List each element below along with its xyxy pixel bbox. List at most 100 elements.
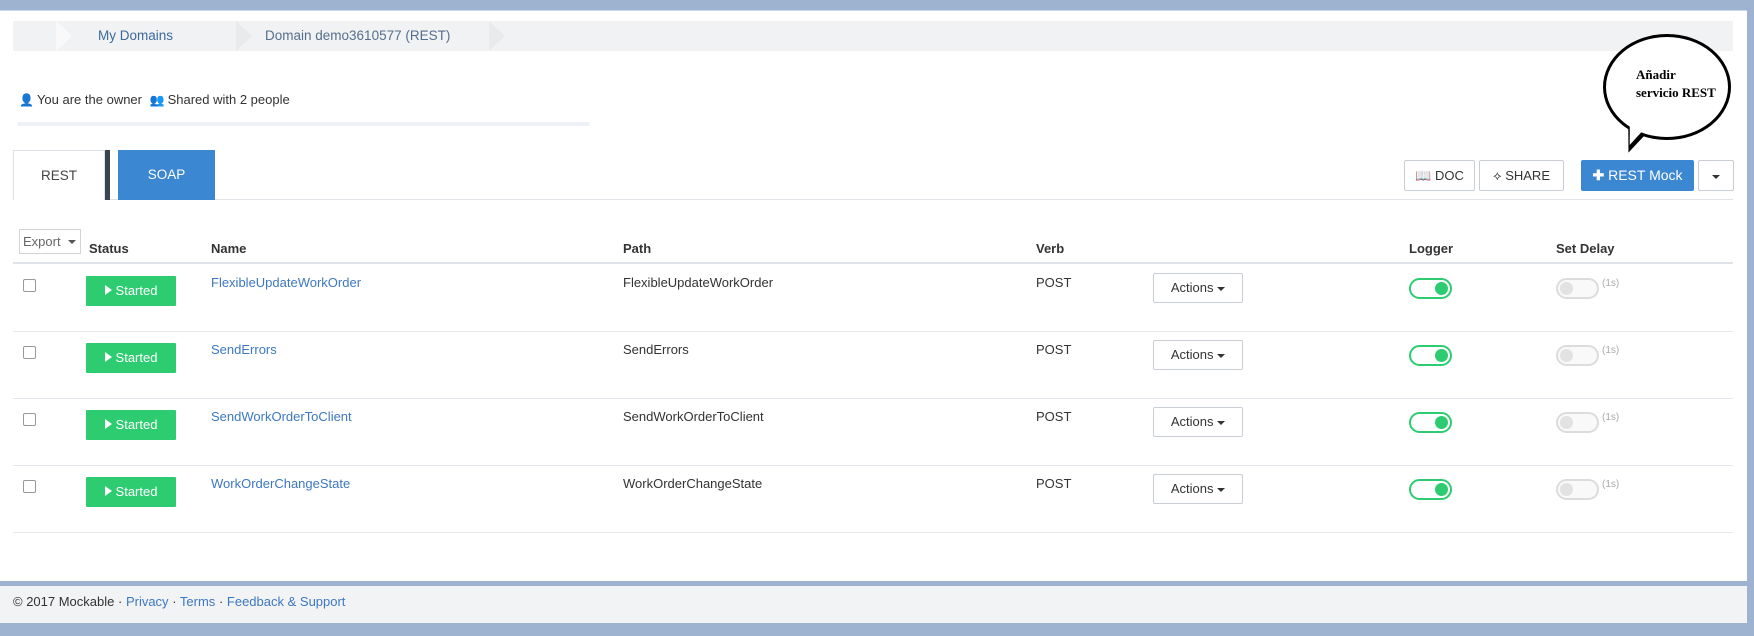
column-header-set-delay: Set Delay (1556, 241, 1615, 256)
service-name-link[interactable]: WorkOrderChangeState (211, 476, 350, 491)
export-select[interactable]: Export (19, 229, 81, 254)
progress-bar (17, 122, 590, 126)
tab-soap[interactable]: SOAP (118, 150, 215, 200)
logger-toggle[interactable] (1409, 345, 1452, 366)
play-icon (104, 486, 112, 496)
toggle-knob (1560, 282, 1573, 295)
more-options-dropdown[interactable] (1698, 160, 1734, 191)
copyright: © 2017 Mockable · (13, 594, 123, 609)
share-button[interactable]: ⟡ SHARE (1479, 160, 1564, 191)
table-row: Started SendWorkOrderToClient SendWorkOrde… (13, 399, 1733, 466)
play-icon (104, 285, 112, 295)
toggle-knob (1560, 349, 1573, 362)
delay-value: (1s) (1602, 412, 1620, 423)
set-delay-toggle[interactable] (1556, 345, 1599, 366)
table-row: Started SendErrors SendErrors POST Actions (… (13, 332, 1733, 399)
service-tabs: REST SOAP (13, 150, 1733, 200)
toggle-knob (1560, 483, 1573, 496)
set-delay-toggle[interactable] (1556, 412, 1599, 433)
footer-separator: · (172, 594, 177, 609)
service-path: SendWorkOrderToClient (623, 409, 764, 424)
breadcrumb: My Domains Domain demo3610577 (REST) (13, 21, 1733, 51)
window-top-border (0, 0, 1754, 11)
actions-dropdown[interactable]: Actions (1153, 474, 1243, 504)
owner-text: You are the owner (36, 92, 142, 107)
book-icon: 📖 (1415, 168, 1432, 183)
toggle-knob (1435, 282, 1448, 295)
service-name-link[interactable]: SendWorkOrderToClient (211, 409, 352, 424)
logger-toggle[interactable] (1409, 278, 1452, 299)
chevron-down-icon (68, 240, 76, 244)
status-label: Started (115, 417, 158, 432)
column-header-name: Name (211, 241, 247, 256)
http-verb: POST (1036, 476, 1072, 491)
toggle-knob (1560, 416, 1573, 429)
window-right-border (1747, 0, 1754, 636)
breadcrumb-label[interactable]: My Domains (98, 28, 173, 43)
footer-separator: · (218, 594, 224, 609)
chevron-down-icon (1217, 286, 1226, 291)
row-checkbox[interactable] (23, 279, 36, 292)
status-toggle-button[interactable]: Started (86, 410, 176, 440)
terms-link[interactable]: Terms (180, 594, 215, 609)
feedback-link[interactable]: Feedback & Support (227, 594, 346, 609)
play-icon (104, 419, 112, 429)
row-checkbox[interactable] (23, 480, 36, 493)
chevron-down-icon (1217, 353, 1226, 358)
actions-label: Actions (1170, 414, 1214, 429)
table-row: Started WorkOrderChangeState WorkOrderChan… (13, 466, 1733, 533)
actions-label: Actions (1170, 481, 1214, 496)
set-delay-toggle[interactable] (1556, 278, 1599, 299)
logger-toggle[interactable] (1409, 412, 1452, 433)
breadcrumb-item-domain[interactable]: Domain demo3610577 (REST) (223, 21, 505, 51)
row-checkbox[interactable] (23, 346, 36, 359)
actions-label: Actions (1170, 347, 1214, 362)
group-icon: 👥 (149, 93, 165, 107)
table-row: Started FlexibleUpdateWorkOrder FlexibleUp… (13, 265, 1733, 332)
export-label: Export (23, 234, 61, 249)
status-toggle-button[interactable]: Started (86, 477, 176, 507)
breadcrumb-item-my-domains[interactable]: My Domains (56, 21, 252, 51)
row-checkbox[interactable] (23, 413, 36, 426)
status-label: Started (115, 283, 158, 298)
table-header: Status Name Path Verb Logger Set Delay (13, 230, 1733, 264)
delay-value: (1s) (1602, 278, 1620, 289)
http-verb: POST (1036, 275, 1072, 290)
http-verb: POST (1036, 342, 1072, 357)
logger-toggle[interactable] (1409, 479, 1452, 500)
chevron-down-icon (1712, 174, 1720, 179)
share-label: SHARE (1505, 168, 1550, 183)
chevron-down-icon (1217, 487, 1226, 492)
actions-dropdown[interactable]: Actions (1153, 340, 1243, 370)
footer: © 2017 Mockable · Privacy · Terms · Feed… (0, 586, 1747, 623)
ownership-info: 👤 You are the owner 👥 Shared with 2 people (19, 92, 290, 107)
user-icon: 👤 (19, 93, 34, 107)
status-toggle-button[interactable]: Started (86, 343, 176, 373)
service-name-link[interactable]: FlexibleUpdateWorkOrder (211, 275, 361, 290)
column-header-verb: Verb (1036, 241, 1065, 256)
service-path: WorkOrderChangeState (623, 476, 763, 491)
doc-button[interactable]: 📖 DOC (1404, 160, 1475, 191)
status-label: Started (115, 484, 158, 499)
breadcrumb-label[interactable]: Domain demo3610577 (REST) (265, 28, 450, 43)
actions-label: Actions (1170, 280, 1214, 295)
actions-dropdown[interactable]: Actions (1153, 407, 1243, 437)
play-icon (104, 352, 112, 362)
tab-rest[interactable]: REST (13, 150, 105, 200)
service-path: FlexibleUpdateWorkOrder (623, 275, 774, 290)
actions-dropdown[interactable]: Actions (1153, 273, 1243, 303)
column-header-path: Path (623, 241, 652, 256)
privacy-link[interactable]: Privacy (126, 594, 169, 609)
add-rest-mock-button[interactable]: ✚ REST Mock (1581, 160, 1694, 191)
status-label: Started (115, 350, 158, 365)
plus-icon: ✚ (1592, 167, 1605, 183)
callout-text: Añadir servicio REST (1636, 67, 1716, 100)
delay-value: (1s) (1602, 479, 1620, 490)
rest-mock-label: REST Mock (1608, 167, 1683, 183)
service-name-link[interactable]: SendErrors (211, 342, 277, 357)
tab-divider (105, 150, 110, 200)
status-toggle-button[interactable]: Started (86, 276, 176, 306)
chevron-down-icon (1217, 420, 1226, 425)
set-delay-toggle[interactable] (1556, 479, 1599, 500)
service-path: SendErrors (623, 342, 689, 357)
